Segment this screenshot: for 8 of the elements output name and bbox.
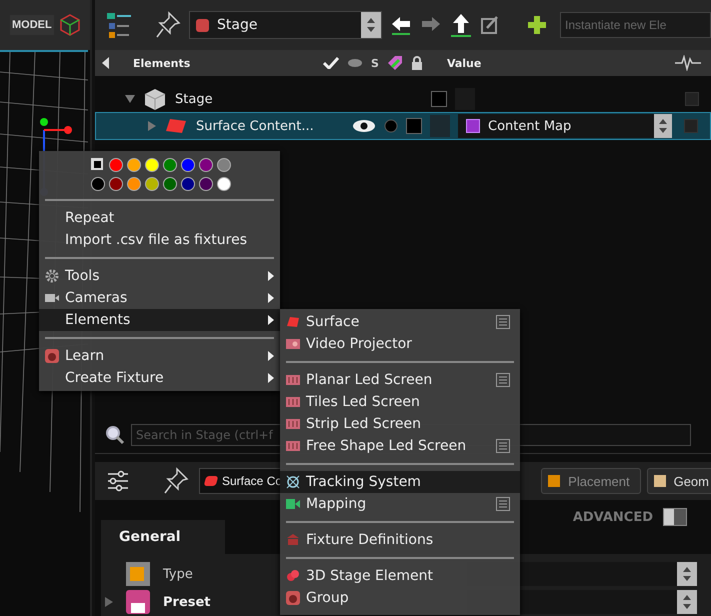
advanced-label: ADVANCED (572, 510, 653, 524)
property-label: Type (163, 566, 194, 582)
value-column-header: Value (446, 56, 482, 70)
tree-item-label: Stage (175, 92, 214, 106)
property-label: Preset (163, 594, 212, 610)
solo-column-header: S (371, 56, 379, 70)
elements-column-header: Elements (133, 56, 192, 70)
tree-item-label: Surface Content... (196, 118, 315, 134)
